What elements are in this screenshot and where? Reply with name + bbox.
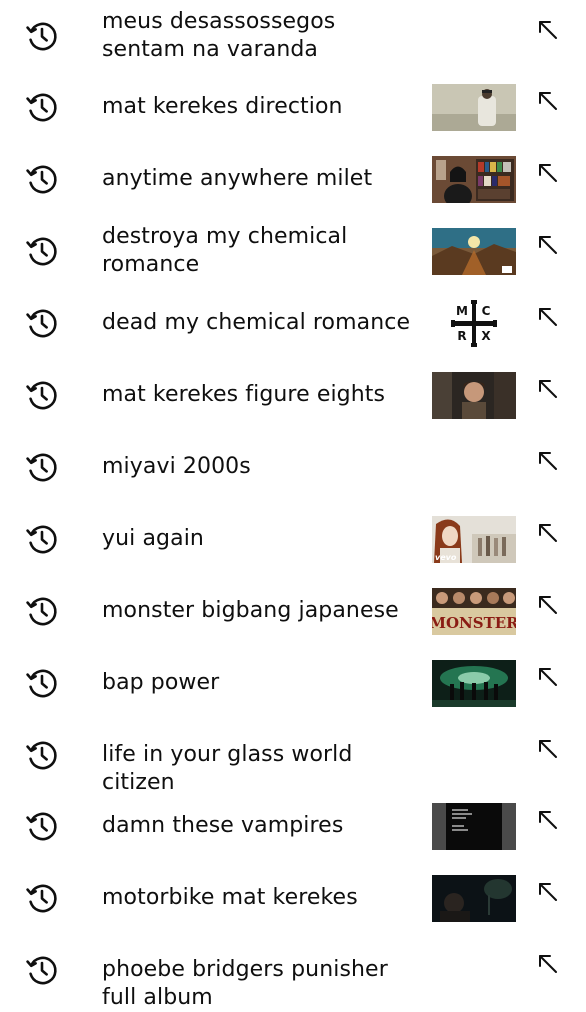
suggestion-text: mat kerekes figure eights (102, 382, 386, 407)
arrow-up-left-icon[interactable] (534, 591, 562, 619)
logo-letter: C (482, 304, 491, 318)
search-history-list: meus desassossegos sentam na varanda mat … (0, 0, 586, 1010)
suggestion-text: anytime anywhere milet (102, 166, 373, 191)
suggestion-thumbnail (432, 156, 516, 203)
arrow-up-left-icon[interactable] (534, 806, 562, 834)
arrow-up-left-icon[interactable] (534, 159, 562, 187)
history-icon (24, 89, 60, 125)
arrow-up-left-icon[interactable] (534, 303, 562, 331)
poster-title: MONSTER (432, 614, 516, 632)
suggestion-thumbnail (432, 803, 516, 850)
search-suggestion-row[interactable]: bap power (0, 647, 586, 719)
search-suggestion-row[interactable]: monster bigbang japanese MONSTER (0, 575, 586, 647)
history-icon (24, 161, 60, 197)
suggestion-text: damn these vampires (102, 813, 344, 838)
arrow-up-left-icon[interactable] (534, 950, 562, 978)
history-icon (24, 305, 60, 341)
suggestion-thumbnail (432, 84, 516, 131)
suggestion-thumbnail (432, 875, 516, 922)
suggestion-text: dead my chemical romance (102, 310, 411, 335)
history-icon (24, 808, 60, 844)
suggestion-text: motorbike mat kerekes (102, 885, 358, 910)
suggestion-thumbnail: MONSTER (432, 588, 516, 635)
arrow-up-left-icon[interactable] (534, 87, 562, 115)
suggestion-text: phoebe bridgers punisher full album (102, 957, 388, 1010)
suggestion-text: miyavi 2000s (102, 454, 251, 479)
search-suggestion-row[interactable]: dead my chemical romance M C R X (0, 287, 586, 359)
suggestion-text: mat kerekes direction (102, 94, 343, 119)
suggestion-thumbnail: MC R X (432, 300, 516, 347)
arrow-up-left-icon[interactable] (534, 663, 562, 691)
search-suggestion-row[interactable]: motorbike mat kerekes (0, 862, 586, 934)
search-suggestion-row[interactable]: damn these vampires (0, 790, 586, 862)
history-icon (24, 233, 60, 269)
arrow-up-left-icon[interactable] (534, 519, 562, 547)
suggestion-text: yui again (102, 526, 204, 551)
suggestion-thumbnail (432, 660, 516, 707)
suggestion-text: bap power (102, 670, 220, 695)
logo-letter: R (457, 329, 466, 343)
search-suggestion-row[interactable]: destroya my chemical romance (0, 215, 586, 287)
vevo-badge: vevo (435, 553, 457, 562)
search-suggestion-row[interactable]: yui again vevo (0, 503, 586, 575)
suggestion-text: life in your glass world citizen (102, 742, 353, 795)
arrow-up-left-icon[interactable] (534, 231, 562, 259)
search-suggestion-row[interactable]: life in your glass world citizen (0, 719, 586, 795)
suggestion-thumbnail (432, 228, 516, 275)
arrow-up-left-icon[interactable] (534, 16, 562, 44)
arrow-up-left-icon[interactable] (534, 447, 562, 475)
logo-letter: M (456, 304, 468, 318)
suggestion-thumbnail: vevo (432, 516, 516, 563)
history-icon (24, 952, 60, 988)
history-icon (24, 18, 60, 54)
search-suggestion-row[interactable]: mat kerekes direction (0, 71, 586, 143)
search-suggestion-row[interactable]: phoebe bridgers punisher full album (0, 934, 586, 1010)
search-suggestion-row[interactable]: anytime anywhere milet (0, 143, 586, 215)
history-icon (24, 521, 60, 557)
history-icon (24, 377, 60, 413)
logo-letter: X (481, 329, 491, 343)
arrow-up-left-icon[interactable] (534, 735, 562, 763)
search-suggestion-row[interactable]: meus desassossegos sentam na varanda (0, 0, 586, 72)
history-icon (24, 880, 60, 916)
search-suggestion-row[interactable]: mat kerekes figure eights (0, 359, 586, 431)
history-icon (24, 593, 60, 629)
search-suggestion-row[interactable]: miyavi 2000s (0, 431, 586, 503)
suggestion-text: destroya my chemical romance (102, 224, 348, 277)
history-icon (24, 665, 60, 701)
suggestion-thumbnail (432, 372, 516, 419)
history-icon (24, 449, 60, 485)
arrow-up-left-icon[interactable] (534, 375, 562, 403)
arrow-up-left-icon[interactable] (534, 878, 562, 906)
suggestion-text: meus desassossegos sentam na varanda (102, 9, 336, 62)
history-icon (24, 737, 60, 773)
suggestion-text: monster bigbang japanese (102, 598, 399, 623)
